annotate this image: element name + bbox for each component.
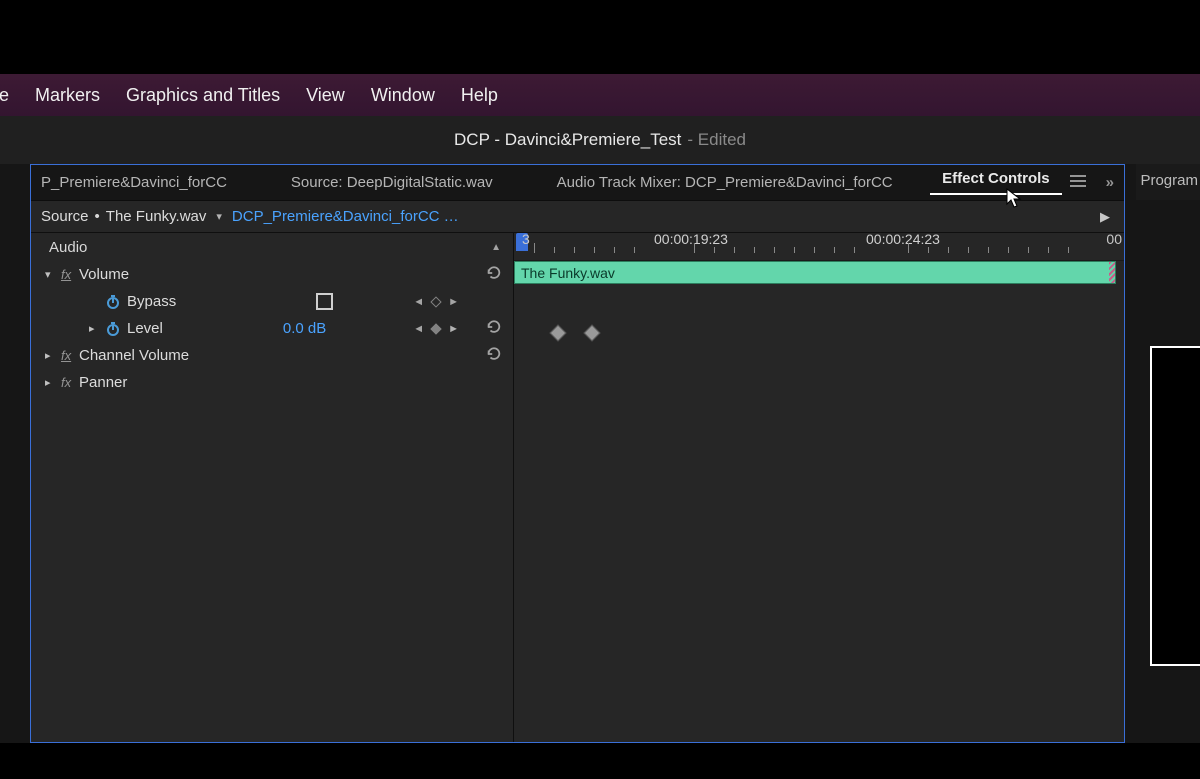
level-value[interactable]: 0.0 dB — [283, 320, 326, 337]
reset-effect-icon[interactable] — [485, 265, 503, 285]
project-title: DCP - Davinci&Premiere_Test — [454, 130, 681, 150]
ruler-time-1: 00:00:19:23 — [654, 233, 728, 247]
menu-item-graphics[interactable]: Graphics and Titles — [126, 85, 280, 106]
menu-item-markers[interactable]: Markers — [35, 85, 100, 106]
bypass-checkbox[interactable] — [316, 293, 333, 310]
menu-item-help[interactable]: Help — [461, 85, 498, 106]
clip-bar[interactable]: The Funky.wav — [514, 261, 1116, 284]
sequence-link[interactable]: DCP_Premiere&Davinci_forCC •… — [232, 208, 462, 225]
twisty-closed-icon[interactable]: ▸ — [45, 349, 61, 362]
panner-label: Panner — [79, 374, 127, 391]
add-keyframe-icon[interactable] — [430, 296, 441, 307]
tab-effect-controls[interactable]: Effect Controls — [930, 170, 1062, 195]
prev-keyframe-icon[interactable]: ◄ — [413, 296, 424, 308]
add-keyframe-icon[interactable] — [430, 323, 441, 334]
source-dot: • — [95, 208, 100, 225]
effect-controls-panel: P_Premiere&Davinci_forCC Source: DeepDig… — [30, 164, 1125, 743]
bypass-label: Bypass — [127, 293, 176, 310]
source-clip-name: The Funky.wav — [106, 208, 207, 225]
clip-end-marker — [1109, 262, 1115, 283]
next-keyframe-icon[interactable]: ► — [448, 323, 459, 335]
level-label: Level — [127, 320, 163, 337]
twisty-open-icon[interactable]: ▾ — [45, 268, 61, 281]
audio-section-label: Audio — [49, 239, 87, 256]
keyframe-lane-level[interactable] — [514, 323, 1124, 351]
fx-badge-icon: fx — [61, 375, 79, 390]
reset-param-icon[interactable] — [485, 319, 503, 339]
fx-badge-icon[interactable]: fx — [61, 267, 79, 282]
twisty-closed-icon[interactable]: ▸ — [89, 322, 105, 335]
effect-volume-label: Volume — [79, 266, 129, 283]
collapse-icon[interactable]: ▲ — [491, 242, 501, 253]
play-icon[interactable]: ▶ — [1100, 209, 1110, 225]
prev-keyframe-icon[interactable]: ◄ — [413, 323, 424, 335]
tab-source-premiere[interactable]: P_Premiere&Davinci_forCC — [29, 174, 239, 191]
keyframe-diamond[interactable] — [550, 325, 567, 342]
clip-name: The Funky.wav — [521, 265, 615, 281]
source-header-row: Source • The Funky.wav ▾ DCP_Premiere&Da… — [31, 201, 1124, 233]
project-edited-suffix: - Edited — [687, 130, 746, 150]
fx-badge-icon[interactable]: fx — [61, 348, 79, 363]
reset-effect-icon[interactable] — [485, 346, 503, 366]
tab-source-deepdigital[interactable]: Source: DeepDigitalStatic.wav — [279, 174, 505, 191]
program-monitor-fragment — [1150, 346, 1200, 666]
ruler-left-fragment: 3 — [522, 233, 530, 247]
workspace: P_Premiere&Davinci_forCC Source: DeepDig… — [0, 164, 1200, 743]
time-ruler[interactable]: 3 00:00:19:23 00:00:24:23 00 — [514, 233, 1124, 261]
panel-menu-icon[interactable] — [1070, 174, 1086, 192]
window-title-bar: DCP - Davinci&Premiere_Test - Edited — [0, 116, 1200, 164]
keyframe-nav-bypass: ◄ ► — [413, 296, 459, 308]
menu-item-window[interactable]: Window — [371, 85, 435, 106]
keyframe-nav-level: ◄ ► — [413, 323, 459, 335]
effect-channel-volume[interactable]: ▸ fx Channel Volume — [31, 342, 513, 369]
menu-item-sequence[interactable]: ce — [0, 85, 9, 106]
audio-section-header[interactable]: Audio ▲ — [31, 233, 513, 261]
channel-volume-label: Channel Volume — [79, 347, 189, 364]
tab-audio-track-mixer[interactable]: Audio Track Mixer: DCP_Premiere&Davinci_… — [545, 174, 905, 191]
menu-item-view[interactable]: View — [306, 85, 345, 106]
keyframe-diamond[interactable] — [584, 325, 601, 342]
source-prefix: Source — [41, 208, 89, 225]
tab-program[interactable]: Program — [1136, 164, 1200, 200]
ruler-time-2: 00:00:24:23 — [866, 233, 940, 247]
next-keyframe-icon[interactable]: ► — [448, 296, 459, 308]
param-level: ▸ Level 0.0 dB ◄ ► — [31, 315, 513, 342]
effect-timeline: 3 00:00:19:23 00:00:24:23 00 — [514, 233, 1124, 742]
stopwatch-icon[interactable] — [105, 321, 127, 337]
twisty-closed-icon[interactable]: ▸ — [45, 376, 61, 389]
panel-tab-strip: P_Premiere&Davinci_forCC Source: DeepDig… — [31, 165, 1124, 201]
effects-list: Audio ▲ ▾ fx Volume Bypass — [31, 233, 514, 742]
param-bypass: Bypass ◄ ► — [31, 288, 513, 315]
source-dropdown-caret[interactable]: ▾ — [216, 210, 222, 223]
ruler-right-fragment: 00 — [1106, 233, 1122, 247]
application-menu-bar: ce Markers Graphics and Titles View Wind… — [0, 74, 1200, 116]
tab-overflow-icon[interactable]: » — [1106, 174, 1114, 191]
effect-panner[interactable]: ▸ fx Panner — [31, 369, 513, 396]
stopwatch-icon[interactable] — [105, 294, 127, 310]
top-black-bar — [0, 0, 1200, 74]
bottom-black-bar — [0, 743, 1200, 779]
effect-volume[interactable]: ▾ fx Volume — [31, 261, 513, 288]
